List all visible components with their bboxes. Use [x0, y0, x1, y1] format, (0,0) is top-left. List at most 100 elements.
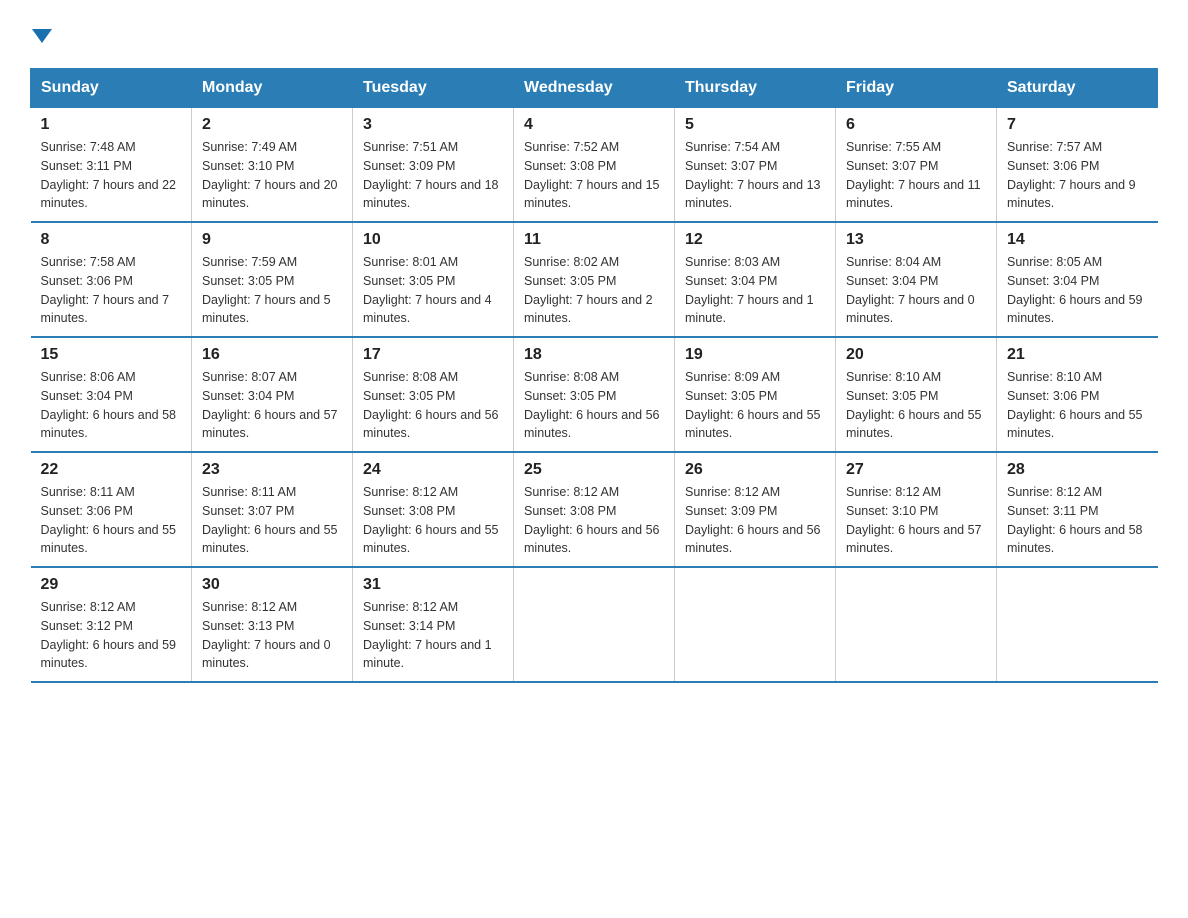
calendar-table: SundayMondayTuesdayWednesdayThursdayFrid… [30, 68, 1158, 683]
day-number: 3 [363, 116, 503, 134]
header-cell-monday: Monday [192, 69, 353, 108]
header-cell-tuesday: Tuesday [353, 69, 514, 108]
day-info: Sunrise: 7:55 AMSunset: 3:07 PMDaylight:… [846, 140, 981, 210]
day-info: Sunrise: 7:57 AMSunset: 3:06 PMDaylight:… [1007, 140, 1136, 210]
day-number: 12 [685, 231, 825, 249]
day-info: Sunrise: 8:12 AMSunset: 3:14 PMDaylight:… [363, 600, 492, 670]
day-cell: 10 Sunrise: 8:01 AMSunset: 3:05 PMDaylig… [353, 222, 514, 337]
day-number: 21 [1007, 346, 1148, 364]
day-info: Sunrise: 8:05 AMSunset: 3:04 PMDaylight:… [1007, 255, 1143, 325]
day-info: Sunrise: 8:12 AMSunset: 3:08 PMDaylight:… [363, 485, 499, 555]
day-info: Sunrise: 7:52 AMSunset: 3:08 PMDaylight:… [524, 140, 660, 210]
logo [30, 20, 52, 48]
header-cell-wednesday: Wednesday [514, 69, 675, 108]
day-cell [514, 567, 675, 682]
day-number: 23 [202, 461, 342, 479]
day-info: Sunrise: 8:01 AMSunset: 3:05 PMDaylight:… [363, 255, 492, 325]
day-cell: 12 Sunrise: 8:03 AMSunset: 3:04 PMDaylig… [675, 222, 836, 337]
day-number: 20 [846, 346, 986, 364]
page-header [30, 20, 1158, 48]
day-number: 31 [363, 576, 503, 594]
day-cell: 25 Sunrise: 8:12 AMSunset: 3:08 PMDaylig… [514, 452, 675, 567]
logo-general-row [30, 20, 52, 48]
day-info: Sunrise: 7:49 AMSunset: 3:10 PMDaylight:… [202, 140, 338, 210]
week-row-4: 22 Sunrise: 8:11 AMSunset: 3:06 PMDaylig… [31, 452, 1158, 567]
day-number: 29 [41, 576, 182, 594]
day-number: 19 [685, 346, 825, 364]
header-cell-sunday: Sunday [31, 69, 192, 108]
day-info: Sunrise: 8:12 AMSunset: 3:08 PMDaylight:… [524, 485, 660, 555]
header-cell-thursday: Thursday [675, 69, 836, 108]
day-cell: 27 Sunrise: 8:12 AMSunset: 3:10 PMDaylig… [836, 452, 997, 567]
day-cell: 9 Sunrise: 7:59 AMSunset: 3:05 PMDayligh… [192, 222, 353, 337]
day-info: Sunrise: 8:03 AMSunset: 3:04 PMDaylight:… [685, 255, 814, 325]
day-info: Sunrise: 8:11 AMSunset: 3:06 PMDaylight:… [41, 485, 177, 555]
day-number: 17 [363, 346, 503, 364]
day-cell: 24 Sunrise: 8:12 AMSunset: 3:08 PMDaylig… [353, 452, 514, 567]
day-number: 22 [41, 461, 182, 479]
day-cell: 13 Sunrise: 8:04 AMSunset: 3:04 PMDaylig… [836, 222, 997, 337]
day-cell: 11 Sunrise: 8:02 AMSunset: 3:05 PMDaylig… [514, 222, 675, 337]
day-number: 15 [41, 346, 182, 364]
day-cell: 20 Sunrise: 8:10 AMSunset: 3:05 PMDaylig… [836, 337, 997, 452]
day-number: 9 [202, 231, 342, 249]
day-cell: 4 Sunrise: 7:52 AMSunset: 3:08 PMDayligh… [514, 108, 675, 223]
day-info: Sunrise: 8:06 AMSunset: 3:04 PMDaylight:… [41, 370, 177, 440]
day-cell: 30 Sunrise: 8:12 AMSunset: 3:13 PMDaylig… [192, 567, 353, 682]
day-cell: 22 Sunrise: 8:11 AMSunset: 3:06 PMDaylig… [31, 452, 192, 567]
day-info: Sunrise: 8:04 AMSunset: 3:04 PMDaylight:… [846, 255, 975, 325]
day-info: Sunrise: 8:09 AMSunset: 3:05 PMDaylight:… [685, 370, 821, 440]
day-info: Sunrise: 8:02 AMSunset: 3:05 PMDaylight:… [524, 255, 653, 325]
day-number: 28 [1007, 461, 1148, 479]
day-cell: 7 Sunrise: 7:57 AMSunset: 3:06 PMDayligh… [997, 108, 1158, 223]
day-cell: 18 Sunrise: 8:08 AMSunset: 3:05 PMDaylig… [514, 337, 675, 452]
header-row: SundayMondayTuesdayWednesdayThursdayFrid… [31, 69, 1158, 108]
day-info: Sunrise: 8:10 AMSunset: 3:05 PMDaylight:… [846, 370, 982, 440]
day-info: Sunrise: 8:07 AMSunset: 3:04 PMDaylight:… [202, 370, 338, 440]
week-row-3: 15 Sunrise: 8:06 AMSunset: 3:04 PMDaylig… [31, 337, 1158, 452]
day-number: 1 [41, 116, 182, 134]
day-info: Sunrise: 8:12 AMSunset: 3:13 PMDaylight:… [202, 600, 331, 670]
day-info: Sunrise: 8:12 AMSunset: 3:09 PMDaylight:… [685, 485, 821, 555]
day-number: 14 [1007, 231, 1148, 249]
day-number: 24 [363, 461, 503, 479]
header-cell-friday: Friday [836, 69, 997, 108]
day-number: 6 [846, 116, 986, 134]
day-number: 2 [202, 116, 342, 134]
day-number: 25 [524, 461, 664, 479]
day-info: Sunrise: 8:11 AMSunset: 3:07 PMDaylight:… [202, 485, 338, 555]
day-info: Sunrise: 8:10 AMSunset: 3:06 PMDaylight:… [1007, 370, 1143, 440]
week-row-2: 8 Sunrise: 7:58 AMSunset: 3:06 PMDayligh… [31, 222, 1158, 337]
day-info: Sunrise: 8:12 AMSunset: 3:12 PMDaylight:… [41, 600, 177, 670]
calendar-body: 1 Sunrise: 7:48 AMSunset: 3:11 PMDayligh… [31, 108, 1158, 683]
day-number: 18 [524, 346, 664, 364]
day-number: 13 [846, 231, 986, 249]
day-info: Sunrise: 7:51 AMSunset: 3:09 PMDaylight:… [363, 140, 499, 210]
day-info: Sunrise: 7:54 AMSunset: 3:07 PMDaylight:… [685, 140, 821, 210]
week-row-5: 29 Sunrise: 8:12 AMSunset: 3:12 PMDaylig… [31, 567, 1158, 682]
calendar-header: SundayMondayTuesdayWednesdayThursdayFrid… [31, 69, 1158, 108]
day-cell: 8 Sunrise: 7:58 AMSunset: 3:06 PMDayligh… [31, 222, 192, 337]
day-number: 27 [846, 461, 986, 479]
day-number: 10 [363, 231, 503, 249]
day-number: 8 [41, 231, 182, 249]
day-cell: 29 Sunrise: 8:12 AMSunset: 3:12 PMDaylig… [31, 567, 192, 682]
day-cell: 6 Sunrise: 7:55 AMSunset: 3:07 PMDayligh… [836, 108, 997, 223]
day-number: 16 [202, 346, 342, 364]
day-info: Sunrise: 7:58 AMSunset: 3:06 PMDaylight:… [41, 255, 170, 325]
day-cell: 21 Sunrise: 8:10 AMSunset: 3:06 PMDaylig… [997, 337, 1158, 452]
day-info: Sunrise: 8:08 AMSunset: 3:05 PMDaylight:… [363, 370, 499, 440]
day-cell: 1 Sunrise: 7:48 AMSunset: 3:11 PMDayligh… [31, 108, 192, 223]
day-cell: 23 Sunrise: 8:11 AMSunset: 3:07 PMDaylig… [192, 452, 353, 567]
day-cell: 16 Sunrise: 8:07 AMSunset: 3:04 PMDaylig… [192, 337, 353, 452]
day-number: 11 [524, 231, 664, 249]
day-info: Sunrise: 7:48 AMSunset: 3:11 PMDaylight:… [41, 140, 177, 210]
day-number: 5 [685, 116, 825, 134]
day-number: 30 [202, 576, 342, 594]
day-info: Sunrise: 7:59 AMSunset: 3:05 PMDaylight:… [202, 255, 331, 325]
day-cell: 28 Sunrise: 8:12 AMSunset: 3:11 PMDaylig… [997, 452, 1158, 567]
day-info: Sunrise: 8:12 AMSunset: 3:11 PMDaylight:… [1007, 485, 1143, 555]
day-cell: 17 Sunrise: 8:08 AMSunset: 3:05 PMDaylig… [353, 337, 514, 452]
logo-triangle-icon [32, 29, 52, 43]
day-cell [675, 567, 836, 682]
